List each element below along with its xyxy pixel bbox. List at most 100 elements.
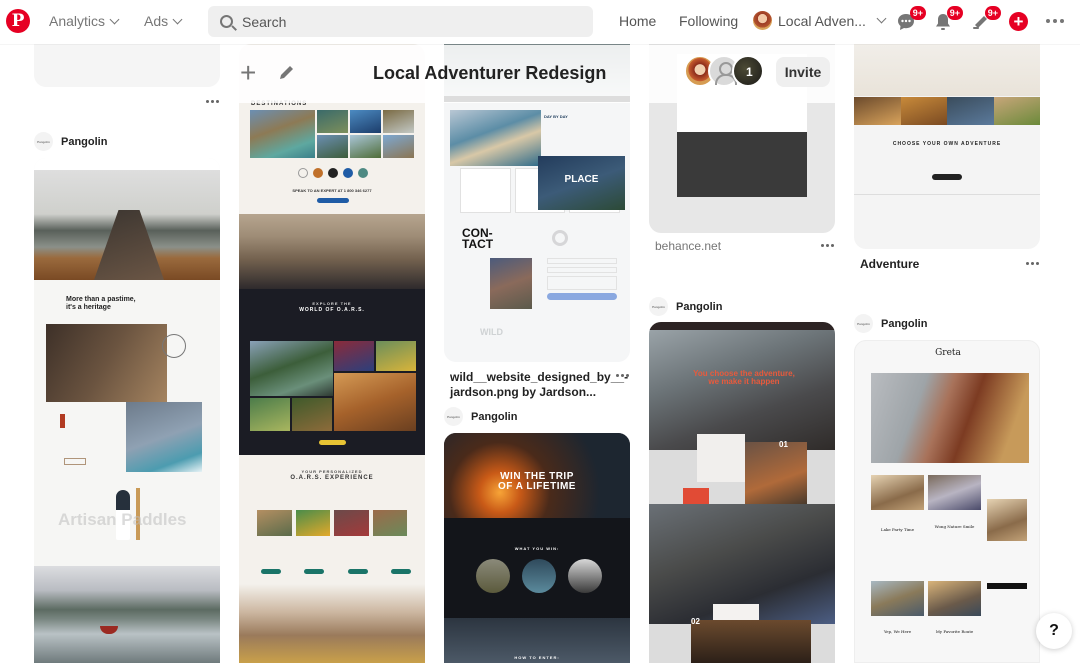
post-title: My Favorite Route	[935, 629, 974, 634]
prize-photo	[522, 559, 556, 593]
pinner-avatar: Pangolin	[854, 314, 873, 333]
post-photo	[871, 581, 924, 616]
dot	[1046, 19, 1050, 23]
pin-image-oars[interactable]: DESTINATIONS SPEAK TO AN EXPERT AT 1 800…	[239, 44, 425, 663]
post-title: Lake Party Time	[880, 527, 915, 532]
profile-menu[interactable]: Local Adven...	[753, 11, 887, 30]
article-photo	[292, 398, 332, 431]
step-photo	[745, 442, 807, 504]
messages-button[interactable]: 9+	[896, 6, 926, 32]
destination-photo	[350, 135, 381, 158]
post-photo	[928, 475, 981, 510]
notifications-badge: 9+	[946, 6, 963, 20]
pin-source-link[interactable]: behance.net	[655, 239, 721, 253]
pin-image-win-the-trip[interactable]: WIN THE TRIP OF A LIFETIME WHAT YOU WIN:…	[444, 433, 630, 663]
collaborators[interactable]: 1	[684, 55, 764, 87]
nav-home[interactable]: Home	[619, 13, 656, 29]
chevron-down-icon	[876, 13, 887, 24]
profile-name: Local Adven...	[778, 12, 866, 29]
article-photo	[334, 373, 416, 431]
hero-headline: You choose the adventure, we make it hap…	[693, 369, 795, 386]
pin-more-button[interactable]	[821, 244, 834, 247]
nav-following[interactable]: Following	[679, 13, 738, 29]
add-pin-button[interactable]: +	[240, 59, 256, 87]
top-navigation-bar: P Analytics Ads Home Following Local Adv…	[0, 0, 1080, 44]
ads-dropdown[interactable]: Ads	[144, 13, 183, 29]
experience-line-2: O.A.R.S. EXPERIENCE	[290, 475, 374, 481]
wild-logo-text: WILD	[480, 327, 503, 337]
badge-logo	[162, 334, 186, 358]
choose-adventure-text: CHOOSE YOUR OWN ADVENTURE	[892, 141, 1002, 147]
explore-line-2: WORLD OF O.A.R.S.	[299, 307, 365, 313]
help-button[interactable]: ?	[1036, 613, 1072, 649]
messages-badge: 9+	[909, 6, 926, 20]
cta-button	[317, 198, 349, 203]
pin-title[interactable]: wild__website_designed_by__-jardson.png …	[450, 370, 628, 400]
edit-board-pencil-icon[interactable]	[278, 63, 296, 81]
pinner-avatar: Pangolin	[444, 407, 463, 426]
paddle-photo	[126, 402, 202, 472]
divider	[854, 194, 1040, 195]
prize-photo	[568, 559, 602, 593]
step-number-1: 01	[779, 440, 788, 449]
adventure-photos	[854, 97, 1040, 125]
article-photo	[376, 341, 416, 371]
step-number-2: 02	[691, 617, 700, 626]
destination-photo	[350, 110, 381, 133]
site-header	[34, 158, 220, 170]
sunset-photo	[691, 620, 811, 663]
pin-image-adventure-site[interactable]: You choose the adventure, we make it hap…	[649, 322, 835, 663]
pin-title[interactable]: Adventure	[860, 257, 919, 272]
search-icon	[220, 15, 233, 28]
news-button[interactable]: 9+	[971, 6, 1001, 32]
pin-text-heritage-2: it's a heritage	[66, 304, 111, 311]
pin-image-adventure[interactable]: CHOOSE YOUR OWN ADVENTURE	[854, 44, 1040, 249]
destination-photo	[383, 135, 414, 158]
post-title: Wong Nature Smile	[934, 524, 975, 529]
article-photo	[250, 398, 290, 431]
pinner-name: Pangolin	[61, 135, 108, 148]
news-badge: 9+	[984, 6, 1001, 20]
pinner[interactable]: Pangolin Pangolin	[854, 314, 927, 333]
notifications-button[interactable]: 9+	[933, 6, 963, 32]
subscribe-button	[987, 583, 1027, 589]
more-options-button[interactable]	[1046, 19, 1064, 23]
experience-cards	[257, 510, 407, 536]
hero-portrait-photo	[871, 373, 1029, 463]
cta-button	[319, 440, 346, 445]
pinner-avatar: Pangolin	[649, 297, 668, 316]
pinner[interactable]: Pangolin Pangolin	[649, 297, 722, 316]
pinner[interactable]: Pangolin Pangolin	[34, 132, 107, 151]
pin-image[interactable]	[34, 44, 220, 87]
destination-photo	[317, 110, 348, 133]
pin-more-button[interactable]	[206, 100, 219, 103]
search-input[interactable]	[242, 13, 562, 30]
pin-more-button[interactable]	[616, 374, 629, 377]
mockup-footer	[677, 132, 807, 197]
ads-label: Ads	[144, 13, 169, 29]
analytics-dropdown[interactable]: Analytics	[49, 13, 120, 29]
chevron-down-icon	[109, 14, 120, 24]
pinner[interactable]: Pangolin Pangolin	[444, 407, 517, 426]
collaborator-avatar-more[interactable]: 1	[732, 55, 764, 87]
contact-heading: CON- TACT	[462, 226, 494, 251]
article-photo	[250, 341, 333, 396]
speak-expert-text: SPEAK TO AN EXPERT AT 1 800 346 6277	[292, 188, 372, 193]
pin-more-button[interactable]	[1026, 262, 1039, 265]
board-header: + Local Adventurer Redesign 1 Invite	[220, 45, 840, 103]
canyon-photo	[239, 214, 425, 289]
site-nav	[649, 322, 835, 330]
how-to-enter: HOW TO ENTER:	[514, 655, 560, 660]
pinner-name: Pangolin	[471, 410, 518, 423]
coast-photo	[450, 110, 541, 166]
rafting-photo	[239, 584, 425, 663]
intro-text: DAY BY DAY	[544, 114, 568, 119]
pinterest-logo-icon[interactable]: P	[6, 9, 30, 33]
search-bar[interactable]	[208, 6, 593, 37]
pin-image-heritage-paddles[interactable]: More than a pastime, it's a heritage Art…	[34, 158, 220, 663]
create-pin-button[interactable]: +	[1009, 12, 1028, 31]
invite-button[interactable]: Invite	[776, 57, 830, 87]
plus-icon: +	[1013, 12, 1024, 31]
what-you-win: WHAT YOU WIN:	[514, 546, 560, 551]
pin-image-greta-blog[interactable]: Greta Lake Party Time Wong Nature Smile …	[854, 340, 1040, 663]
